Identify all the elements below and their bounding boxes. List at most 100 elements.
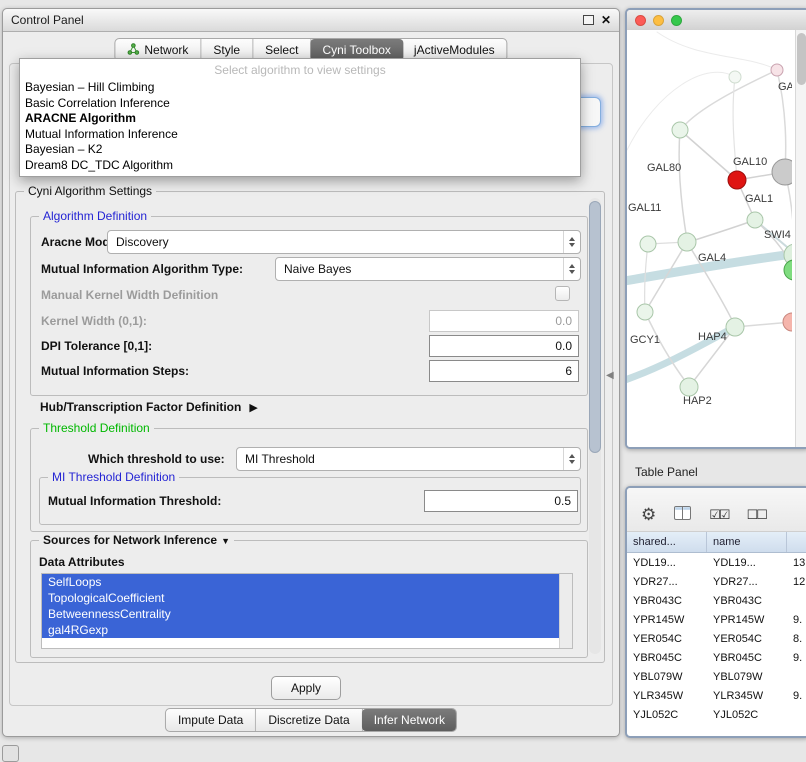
dropdown-item[interactable]: ARACNE Algorithm bbox=[20, 111, 580, 127]
combobox-stepper-icon bbox=[563, 448, 580, 470]
network-vertical-scrollbar[interactable] bbox=[795, 30, 806, 447]
attributes-list-scrollbar[interactable] bbox=[559, 574, 572, 648]
cell-shared-name: YBL079W bbox=[627, 671, 707, 683]
apply-button-label: Apply bbox=[291, 681, 321, 695]
network-node[interactable] bbox=[678, 233, 696, 251]
table-row[interactable]: YJL052C YJL052C bbox=[627, 705, 806, 724]
network-node[interactable] bbox=[680, 378, 698, 396]
network-edge[interactable] bbox=[645, 312, 689, 386]
combobox-stepper-icon bbox=[563, 231, 580, 253]
table-row[interactable]: YDL19... YDL19... 13 bbox=[627, 553, 806, 572]
network-node[interactable] bbox=[637, 304, 653, 320]
network-node[interactable] bbox=[747, 212, 763, 228]
cell-name: YER054C bbox=[707, 633, 787, 645]
attribute-list-item[interactable]: gal4RGexp bbox=[42, 622, 572, 638]
dropdown-item[interactable]: Bayesian – Hill Climbing bbox=[20, 80, 580, 96]
hub-definition-section[interactable]: Hub/Transcription Factor Definition ▶ bbox=[40, 400, 258, 414]
tab-impute-data[interactable]: Impute Data bbox=[166, 709, 256, 731]
network-node[interactable] bbox=[771, 64, 783, 76]
table-settings-gear-icon[interactable]: ⚙ bbox=[641, 506, 656, 523]
float-window-icon[interactable] bbox=[583, 15, 594, 25]
apply-button[interactable]: Apply bbox=[271, 676, 341, 700]
network-node[interactable] bbox=[728, 171, 746, 189]
expand-right-icon[interactable]: ▶ bbox=[249, 401, 257, 414]
network-edge[interactable] bbox=[680, 130, 737, 180]
dropdown-placeholder-item[interactable]: Select algorithm to view settings bbox=[20, 59, 580, 80]
cell-name: YDL19... bbox=[707, 557, 787, 569]
column-header-name[interactable]: name bbox=[707, 532, 787, 552]
dpi-tolerance-field[interactable]: 0.0 bbox=[429, 335, 579, 357]
attribute-list-item[interactable]: TopologicalCoefficient bbox=[42, 590, 572, 606]
tab-label: Cyni Toolbox bbox=[322, 43, 390, 57]
mi-threshold-label: Mutual Information Threshold: bbox=[48, 494, 221, 508]
tab-infer-network[interactable]: Infer Network bbox=[362, 709, 457, 731]
background-window-stub[interactable] bbox=[2, 745, 19, 762]
table-toolbar: ⚙ ☑☑ ☐☐ bbox=[627, 488, 806, 532]
attribute-list-item[interactable]: BetweennessCentrality bbox=[42, 606, 572, 622]
attribute-list-item[interactable]: SelfLoops bbox=[42, 574, 572, 590]
mi-type-combobox[interactable]: Naive Bayes bbox=[275, 257, 581, 281]
network-node[interactable] bbox=[784, 260, 792, 280]
dropdown-item[interactable]: Basic Correlation Inference bbox=[20, 96, 580, 112]
zoom-traffic-light-icon[interactable] bbox=[671, 15, 682, 26]
network-node[interactable] bbox=[726, 318, 744, 336]
network-node[interactable] bbox=[729, 71, 741, 83]
mi-steps-field[interactable]: 6 bbox=[429, 360, 579, 382]
table-row[interactable]: YBR043C YBR043C bbox=[627, 591, 806, 610]
sources-group-title[interactable]: Sources for Network Inference▼ bbox=[39, 533, 234, 548]
table-row[interactable]: YLR345W YLR345W 9. bbox=[627, 686, 806, 705]
network-node[interactable] bbox=[640, 236, 656, 252]
mi-threshold-field[interactable]: 0.5 bbox=[424, 490, 578, 512]
network-edge[interactable] bbox=[679, 130, 687, 240]
table-row[interactable]: YDR27... YDR27... 12 bbox=[627, 572, 806, 591]
table-row[interactable]: YBL079W YBL079W bbox=[627, 667, 806, 686]
data-attributes-label: Data Attributes bbox=[39, 555, 125, 569]
column-header-extra[interactable] bbox=[787, 532, 806, 552]
bottom-tab-bar: Impute Data Discretize Data Infer Networ… bbox=[165, 708, 457, 732]
panel-collapse-arrow-icon[interactable]: ◀ bbox=[606, 370, 614, 381]
cell-shared-name: YDR27... bbox=[627, 576, 707, 588]
unselect-all-columns-icon[interactable]: ☐☐ bbox=[747, 508, 766, 521]
cell-shared-name: YJL052C bbox=[627, 709, 707, 721]
select-all-columns-icon[interactable]: ☑☑ bbox=[709, 508, 728, 521]
table-row[interactable]: YPR145W YPR145W 9. bbox=[627, 610, 806, 629]
cell-name: YLR345W bbox=[707, 690, 787, 702]
cell-shared-name: YBR043C bbox=[627, 595, 707, 607]
dropdown-item[interactable]: Dream8 DC_TDC Algorithm bbox=[20, 158, 580, 174]
tab-label: Style bbox=[213, 43, 240, 57]
attributes-listbox[interactable]: SelfLoopsTopologicalCoefficientBetweenne… bbox=[41, 573, 573, 649]
dropdown-item[interactable]: Bayesian – K2 bbox=[20, 142, 580, 158]
network-node[interactable] bbox=[783, 313, 792, 331]
tab-discretize-data[interactable]: Discretize Data bbox=[256, 709, 362, 731]
network-canvas[interactable]: GAL80GAL10GAL11GAL1SWI4GAL4GCY1HAP4HAP2G… bbox=[627, 30, 796, 447]
mi-threshold-group: MI Threshold Definition Mutual Informati… bbox=[39, 477, 581, 525]
desktop: Control Panel ✕ Network Style Select Cyn… bbox=[0, 0, 806, 762]
show-columns-icon[interactable] bbox=[674, 506, 691, 524]
cell-extra: 12 bbox=[787, 576, 806, 588]
network-node-label: GAL11 bbox=[628, 202, 661, 214]
table-row[interactable]: YER054C YER054C 8. bbox=[627, 629, 806, 648]
close-traffic-light-icon[interactable] bbox=[635, 15, 646, 26]
settings-scrollbar-thumb[interactable] bbox=[589, 201, 601, 453]
network-window-titlebar[interactable] bbox=[627, 10, 806, 31]
threshold-definition-group: Threshold Definition Which threshold to … bbox=[30, 428, 588, 532]
close-icon[interactable]: ✕ bbox=[601, 14, 611, 26]
which-threshold-combobox[interactable]: MI Threshold bbox=[236, 447, 581, 471]
network-edge[interactable] bbox=[689, 220, 755, 242]
collapse-down-icon[interactable]: ▼ bbox=[221, 536, 230, 546]
settings-scrollbar[interactable] bbox=[589, 198, 601, 654]
network-node[interactable] bbox=[772, 159, 792, 185]
network-edge[interactable] bbox=[657, 32, 777, 70]
column-header-shared-name[interactable]: shared... bbox=[627, 532, 707, 552]
sources-group: Sources for Network Inference▼ Data Attr… bbox=[30, 540, 588, 658]
aracne-mode-combobox[interactable]: Discovery bbox=[107, 230, 581, 254]
dropdown-item[interactable]: Mutual Information Inference bbox=[20, 127, 580, 143]
kernel-width-field[interactable]: 0.0 bbox=[429, 310, 579, 332]
network-scrollbar-thumb[interactable] bbox=[797, 33, 806, 85]
network-node[interactable] bbox=[672, 122, 688, 138]
minimize-traffic-light-icon[interactable] bbox=[653, 15, 664, 26]
manual-kernel-checkbox[interactable] bbox=[555, 286, 570, 301]
network-node-label: GAL bbox=[778, 81, 792, 93]
table-row[interactable]: YBR045C YBR045C 9. bbox=[627, 648, 806, 667]
control-panel-titlebar[interactable]: Control Panel ✕ bbox=[3, 9, 619, 32]
